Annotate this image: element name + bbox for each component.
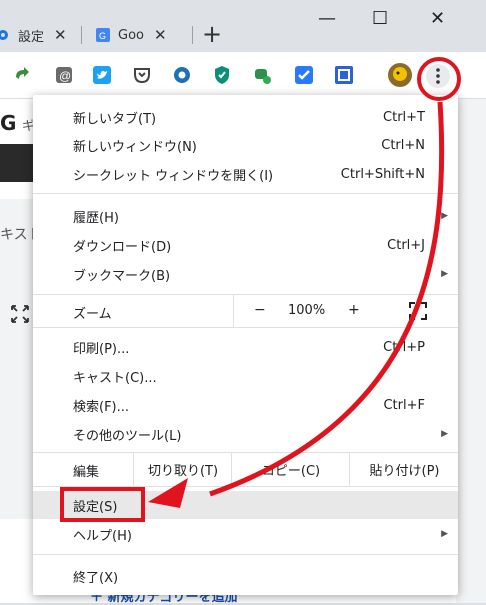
menu-item-bookmarks[interactable]: ブックマーク(B) ▶ xyxy=(33,260,458,288)
menu-label: ブックマーク(B) xyxy=(73,268,171,284)
menu-separator xyxy=(33,486,458,487)
menu-label: ヘルプ(H) xyxy=(73,528,132,544)
tab-settings[interactable]: 設定 ✕ xyxy=(0,18,74,52)
chrome-main-menu: 新しいタブ(T) Ctrl+T 新しいウィンドウ(N) Ctrl+N シークレッ… xyxy=(33,95,458,595)
menu-label: シークレット ウィンドウを開く(I) xyxy=(73,168,274,184)
browser-toolbar: @ xyxy=(0,52,486,99)
menu-label: 新しいウィンドウ(N) xyxy=(73,139,197,155)
gear-icon xyxy=(0,30,8,40)
tab-close-button[interactable]: ✕ xyxy=(54,26,67,44)
menu-shortcut: Ctrl+Shift+N xyxy=(340,166,425,182)
new-tab-button[interactable]: + xyxy=(202,20,222,48)
menu-label: 履歴(H) xyxy=(73,210,119,226)
minimize-button[interactable]: — xyxy=(318,8,336,29)
menu-item-help[interactable]: ヘルプ(H) ▶ xyxy=(33,520,458,548)
menu-label: 検索(F)... xyxy=(73,399,130,415)
robot-check-icon[interactable] xyxy=(252,65,272,85)
cut-label: 切り取り(T) xyxy=(147,463,219,479)
task-check-icon[interactable] xyxy=(294,65,314,85)
edit-label: 編集 xyxy=(73,465,100,480)
menu-label: キャスト(C)... xyxy=(73,370,157,386)
paste-label: 貼り付け(P) xyxy=(369,463,440,479)
expand-icon[interactable] xyxy=(10,304,30,324)
menu-item-print[interactable]: 印刷(P)... Ctrl+P xyxy=(33,333,458,361)
menu-item-exit[interactable]: 終了(X) xyxy=(33,562,458,590)
site-logo: G xyxy=(0,111,17,135)
tab-google[interactable]: G Goo ✕ xyxy=(96,18,188,52)
menu-item-incognito[interactable]: シークレット ウィンドウを開く(I) Ctrl+Shift+N xyxy=(33,160,458,188)
menu-item-more-tools[interactable]: その他のツール(L) ▶ xyxy=(33,420,458,448)
menu-item-history[interactable]: 履歴(H) ▶ xyxy=(33,202,458,230)
menu-item-cast[interactable]: キャスト(C)... xyxy=(33,362,458,390)
menu-shortcut: Ctrl+N xyxy=(381,137,425,153)
right-scroll-area xyxy=(456,99,486,603)
lifebuoy-icon[interactable] xyxy=(172,65,192,85)
submenu-arrow-icon: ▶ xyxy=(441,211,448,221)
shield-icon[interactable] xyxy=(212,65,232,85)
zoom-level: 100% xyxy=(288,303,326,318)
menu-item-find[interactable]: 検索(F)... Ctrl+F xyxy=(33,391,458,419)
menu-item-settings[interactable]: 設定(S) xyxy=(33,491,458,519)
menu-label: その他のツール(L) xyxy=(73,428,182,444)
copy-label: コピー(C) xyxy=(261,463,321,479)
zoom-out-button[interactable]: − xyxy=(254,302,266,318)
menu-item-new-tab[interactable]: 新しいタブ(T) Ctrl+T xyxy=(33,103,458,131)
menu-label: 終了(X) xyxy=(73,570,119,586)
menu-shortcut: Ctrl+J xyxy=(387,237,425,253)
menu-label: ダウンロード(D) xyxy=(73,239,172,255)
submenu-arrow-icon: ▶ xyxy=(441,429,448,439)
cut-button[interactable]: 切り取り(T) xyxy=(133,452,232,486)
pocket-icon[interactable] xyxy=(132,65,152,85)
tab-label: Goo xyxy=(118,27,144,43)
close-window-button[interactable]: ✕ xyxy=(430,8,445,29)
menu-separator xyxy=(33,193,458,194)
submenu-arrow-icon: ▶ xyxy=(441,269,448,279)
fullscreen-icon[interactable] xyxy=(409,302,427,320)
maximize-button[interactable]: ☐ xyxy=(372,8,388,29)
tab-divider xyxy=(192,26,193,44)
google-translate-icon: G xyxy=(96,28,110,42)
zoom-in-button[interactable]: + xyxy=(348,302,360,318)
svg-text:@: @ xyxy=(59,69,71,83)
redirect-arrow-icon[interactable] xyxy=(12,65,32,85)
kebab-menu-icon[interactable] xyxy=(426,64,450,88)
menu-label: 印刷(P)... xyxy=(73,341,130,357)
zoom-label: ズーム xyxy=(73,307,112,322)
menu-label: 新しいタブ(T) xyxy=(73,111,157,127)
svg-text:G: G xyxy=(99,31,106,41)
menu-item-downloads[interactable]: ダウンロード(D) Ctrl+J xyxy=(33,231,458,259)
copy-button[interactable]: コピー(C) xyxy=(231,452,350,486)
tab-divider xyxy=(81,26,82,44)
menu-separator xyxy=(33,327,458,328)
tab-close-button[interactable]: ✕ xyxy=(154,26,167,44)
menu-shortcut: Ctrl+P xyxy=(383,339,425,355)
tab-label: 設定 xyxy=(18,29,45,45)
menu-label: 設定(S) xyxy=(73,499,118,515)
menu-zoom-row: ズーム − 100% + xyxy=(33,295,458,327)
menu-shortcut: Ctrl+T xyxy=(383,109,425,125)
twitter-icon[interactable] xyxy=(92,65,112,85)
paste-button[interactable]: 貼り付け(P) xyxy=(349,452,459,486)
at-sign-icon[interactable]: @ xyxy=(54,65,74,85)
submenu-arrow-icon: ▶ xyxy=(441,529,448,539)
menu-edit-row: 編集 切り取り(T) コピー(C) 貼り付け(P) xyxy=(33,452,458,486)
tab-strip: 設定 ✕ G Goo ✕ + — ☐ ✕ xyxy=(0,0,486,52)
profile-avatar[interactable] xyxy=(388,63,412,87)
menu-separator xyxy=(33,554,458,555)
menu-item-new-window[interactable]: 新しいウィンドウ(N) Ctrl+N xyxy=(33,131,458,159)
qr-frame-icon[interactable] xyxy=(334,65,354,85)
menu-shortcut: Ctrl+F xyxy=(383,397,425,413)
zoom-controls: − 100% + xyxy=(233,295,459,327)
